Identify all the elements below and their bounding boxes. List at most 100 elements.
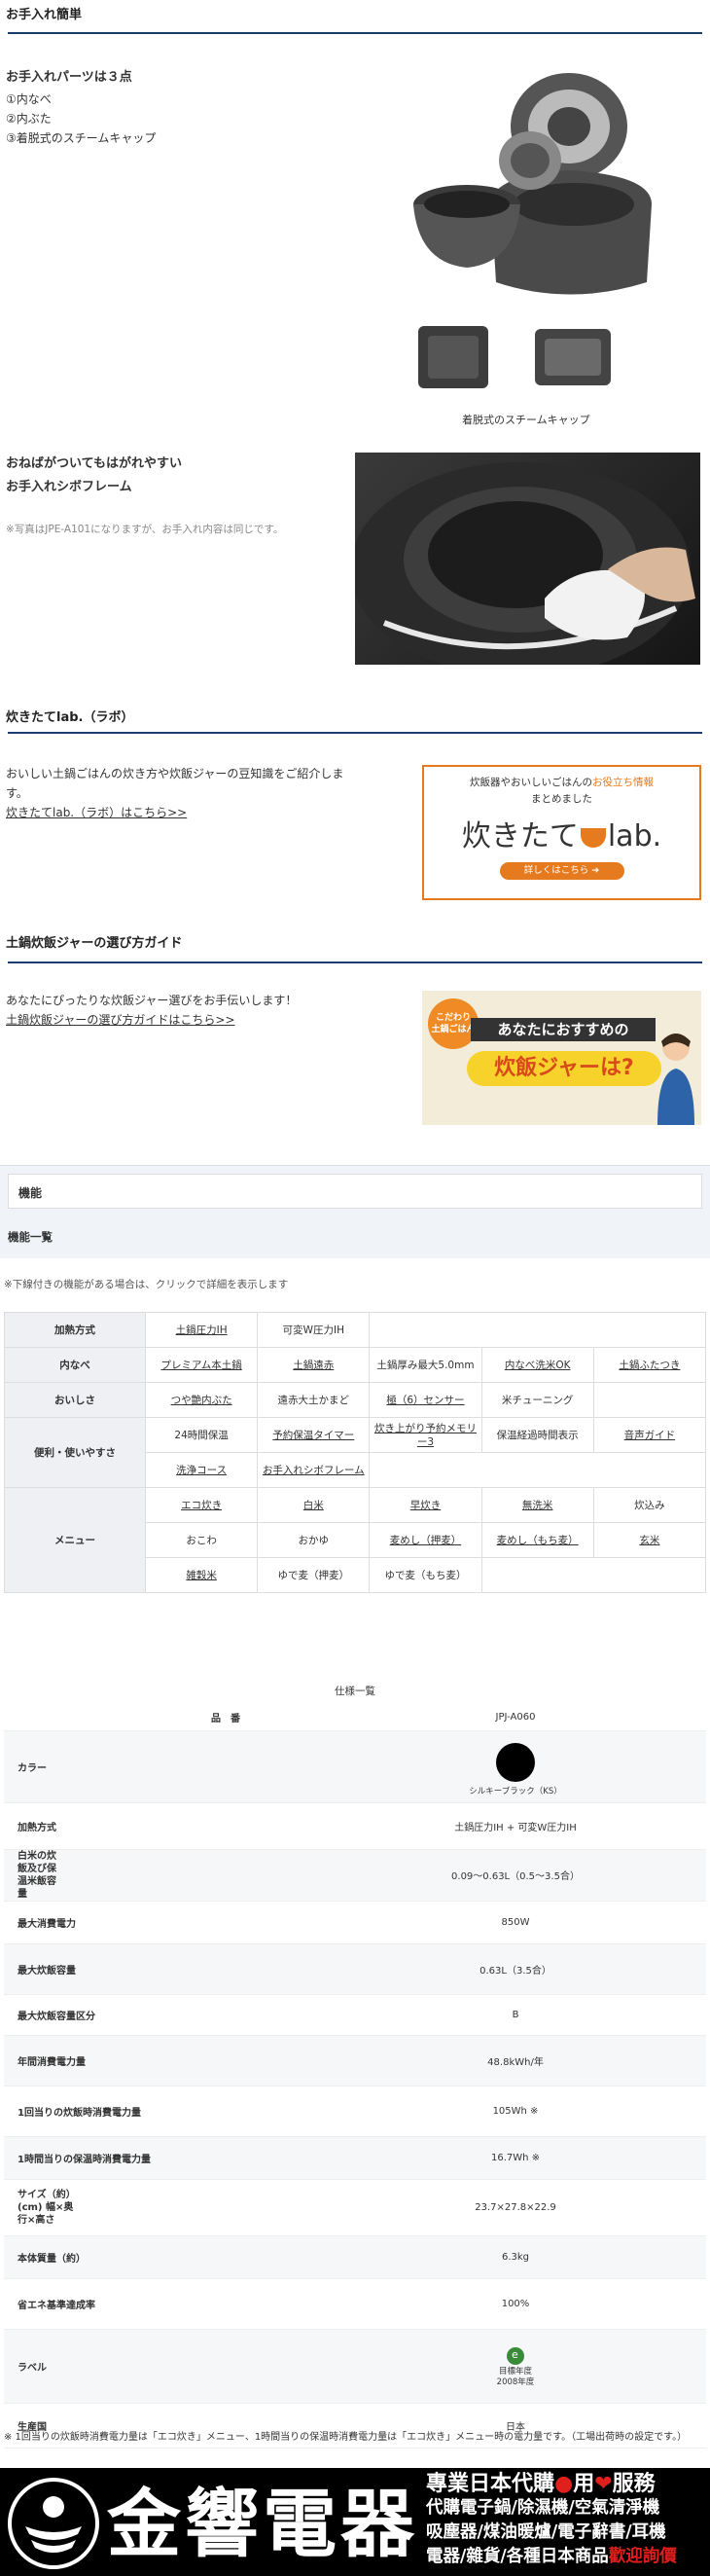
guide-description: あなたにぴったりな炊飯ジャー選びをお手伝いします！ 土鍋炊飯ジャーの選び方ガイド… (6, 991, 375, 1030)
function-cell[interactable]: 麦めし（もち麦） (480, 1522, 594, 1558)
function-cell[interactable]: 音声ガイド (592, 1417, 707, 1453)
row-head: 便利・使いやすさ (4, 1417, 146, 1488)
table-row: 品 番 JPJ-A060 (4, 1705, 706, 1731)
spec-table: 品 番 JPJ-A060 カラーシルキーブラック（KS） 加熱方式 土鍋圧力IH +… (4, 1705, 706, 2449)
rice-bowl-icon (580, 827, 606, 848)
siboframe-heading-line1: おねばがついてもはがれやすい (6, 456, 182, 471)
shop-tagline-4: 電器/雜貨/各種日本商品歡迎詢價 (426, 2545, 708, 2569)
function-cell[interactable]: 玄米 (592, 1522, 707, 1558)
function-cell[interactable]: プレミアム本土鍋 (144, 1347, 259, 1383)
section-care: お手入れ簡単 お手入れパーツは３点 ①内なべ ②内ぶた ③着脱式のスチームキャッ… (0, 0, 710, 438)
table-row: おいしさ つや艶内ぶた 遠赤大土かまど 極（6）センサー 米チューニング (4, 1382, 707, 1418)
spec-key: ラベル (4, 2329, 325, 2404)
guide-banner[interactable]: こだわり 土鍋ごはん あなたにおすすめの 炊飯ジャーは? (422, 991, 701, 1125)
function-cell: 可変W圧力IH (257, 1312, 371, 1348)
section-title-guide: 土鍋炊飯ジャーの選び方ガイド (6, 936, 183, 951)
spec-value: 0.09〜0.63L（0.5〜3.5合） (325, 1849, 706, 1902)
function-cell[interactable]: 予約保温タイマー (257, 1417, 371, 1453)
function-cell[interactable]: 無洗米 (480, 1487, 594, 1523)
guide-link[interactable]: 土鍋炊飯ジャーの選び方ガイドはこちら>> (6, 1013, 235, 1027)
lab-description: おいしい土鍋ごはんの炊き方や炊飯ジャーの豆知識をご紹介します。 炊きたてlab.… (6, 764, 356, 822)
table-row: 最大炊飯容量区分 B (4, 1994, 706, 2036)
lab-text: おいしい土鍋ごはんの炊き方や炊飯ジャーの豆知識をご紹介します。 (6, 767, 344, 800)
table-row: 1時間当りの保温時消費電力量 16.7Wh ※ (4, 2136, 706, 2180)
spec-key: 最大消費電力 (4, 1901, 325, 1944)
lab-banner-line2: まとめました (531, 793, 592, 805)
spec-title: 仕様一覧 (335, 1686, 375, 1697)
spec-key: 最大炊飯容量区分 (4, 1994, 325, 2036)
row-head: おいしさ (4, 1382, 146, 1418)
guide-person-illus (657, 1034, 694, 1125)
function-cell: おこわ (144, 1522, 259, 1558)
spec-key: カラー (4, 1730, 325, 1803)
function-list-title: 機能一覧 (0, 1215, 710, 1258)
function-cell[interactable]: 極（6）センサー (369, 1382, 482, 1418)
empty-cell (480, 1557, 707, 1593)
table-row: 加熱方式 土鍋圧力IH + 可変W圧力IH (4, 1802, 706, 1850)
shop-logo (8, 2478, 99, 2569)
parts-item: ③着脱式のスチームキャップ (6, 131, 157, 145)
section-title-lab: 炊きたてlab.（ラボ） (6, 710, 134, 725)
function-cell[interactable]: 麦めし（押麦） (369, 1522, 482, 1558)
siboframe-heading-line2: お手入れシボフレーム (6, 480, 132, 494)
function-cell[interactable]: 早炊き (369, 1487, 482, 1523)
function-cell[interactable]: 土鍋ふたつき (592, 1347, 707, 1383)
table-row: サイズ（約）(cm) 幅×奥行×高さ 23.7×27.8×22.9 (4, 2179, 706, 2236)
color-name: シルキーブラック（KS） (469, 1786, 562, 1796)
table-row: 省エネ基準達成率 100% (4, 2278, 706, 2330)
lab-banner-highlight: お役立ち情報 (592, 777, 654, 788)
tag-text: 電器/雜貨/各種日本商品 (426, 2547, 609, 2566)
empty-cell (369, 1312, 706, 1348)
function-cell: 炊込み (592, 1487, 707, 1523)
spec-value: B (325, 1994, 706, 2036)
function-cell: 保温経過時間表示 (480, 1417, 594, 1453)
function-cell[interactable]: 白米 (257, 1487, 371, 1523)
lab-banner-text: 炊飯器やおいしいごはんの (470, 777, 592, 788)
lab-detail-button[interactable]: 詳しくはこちら ➔ (499, 862, 624, 880)
spec-key: 加熱方式 (4, 1802, 325, 1850)
row-head: メニュー (4, 1487, 146, 1593)
spec-key: 1時間当りの保温時消費電力量 (4, 2136, 325, 2180)
table-row: メニュー エコ炊き 白米 早炊き 無洗米 炊込み (4, 1487, 707, 1593)
function-cell[interactable]: 雑穀米 (144, 1557, 259, 1593)
spec-value-label: 目標年度2008年度 (325, 2329, 706, 2404)
lab-banner[interactable]: 炊飯器やおいしいごはんのお役立ち情報 まとめました 炊きたて lab. 詳しくはこ… (422, 765, 701, 900)
function-cell[interactable]: エコ炊き (144, 1487, 259, 1523)
table-row: 白米の炊飯及び保温米飯容量 0.09〜0.63L（0.5〜3.5合） (4, 1849, 706, 1902)
table-row: 内なべ プレミアム本土鍋 土鍋遠赤 土鍋厚み最大5.0mm 内なべ洗米OK 土鍋… (4, 1347, 707, 1383)
cleaning-photo-illus (355, 462, 695, 665)
section-title-care: お手入れ簡単 (6, 8, 83, 22)
siboframe-heading: おねばがついてもはがれやすい お手入れシボフレーム (6, 453, 182, 499)
function-cell[interactable]: 土鍋圧力IH (144, 1312, 259, 1348)
spec-key: 年間消費電力量 (4, 2035, 325, 2086)
spec-key: 1回当りの炊飯時消費電力量 (4, 2086, 325, 2137)
spec-value: 23.7×27.8×22.9 (325, 2179, 706, 2236)
parts-heading: お手入れパーツは３点 (6, 70, 132, 85)
function-cell[interactable]: 内なべ洗米OK (480, 1347, 594, 1383)
tag-text: 服務 (612, 2472, 656, 2496)
spec-value: 16.7Wh ※ (325, 2136, 706, 2180)
lab-link[interactable]: 炊きたてlab.（ラボ）はこちら>> (6, 806, 187, 819)
spec-value: 850W (325, 1901, 706, 1944)
section-divider (8, 961, 702, 963)
function-cell: 米チューニング (480, 1382, 594, 1418)
parts-item: ①内なべ (6, 92, 52, 106)
function-cell[interactable]: 炊き上がり予約メモリー3 (369, 1417, 482, 1453)
heart-icon: ❤ (594, 2472, 613, 2496)
spec-value-color: シルキーブラック（KS） (325, 1730, 706, 1803)
function-cell[interactable]: 洗浄コース (144, 1452, 259, 1488)
function-cell[interactable]: つや艶内ぶた (144, 1382, 259, 1418)
function-cell: 24時間保温 (144, 1417, 259, 1453)
empty-cell (592, 1382, 707, 1418)
function-cell[interactable]: 土鍋遠赤 (257, 1347, 371, 1383)
table-row: 加熱方式 土鍋圧力IH 可変W圧力IH (4, 1312, 706, 1348)
lab-logo-text: 炊きたて (461, 819, 579, 853)
spec-footnote: ※ 1回当りの炊飯時消費電力量は「エコ炊き」メニュー、1時間当りの保温時消費電力… (4, 2432, 688, 2443)
section-divider (8, 32, 702, 34)
row-head: 内なべ (4, 1347, 146, 1383)
function-cell: おかゆ (257, 1522, 371, 1558)
function-cell[interactable]: お手入れシボフレーム (257, 1452, 371, 1488)
function-bar-title: 機能 (8, 1174, 702, 1209)
lab-logo-tail: lab. (607, 819, 662, 853)
shop-logo-icon (25, 2496, 82, 2553)
